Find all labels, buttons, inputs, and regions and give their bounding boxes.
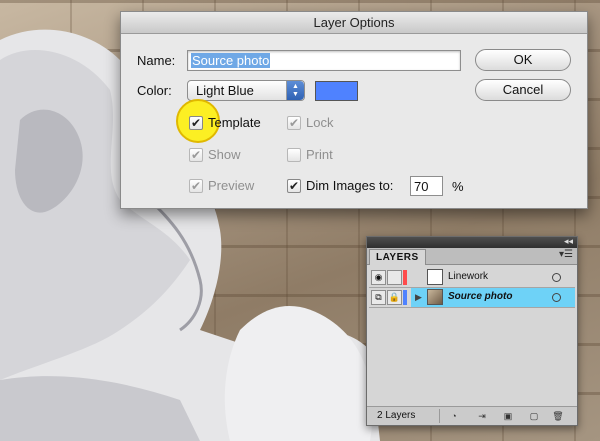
color-swatch[interactable]: [315, 81, 358, 101]
panel-footer: 2 Layers ◔ ⇥ ▣ ▢ 🗑: [367, 406, 577, 425]
layer-row-source-photo[interactable]: ⧉ 🔒 ▶ Source photo: [369, 288, 575, 308]
lock-checkbox[interactable]: Lock: [287, 115, 333, 130]
target-circle-icon[interactable]: [552, 293, 561, 302]
select-arrows-icon: ▲ ▼: [286, 81, 304, 100]
new-page-icon[interactable]: ▢: [527, 410, 541, 422]
layer-color-bar: [403, 270, 407, 285]
dim-images-label: Dim Images to:: [306, 178, 394, 193]
target-circle-icon[interactable]: [552, 273, 561, 282]
eye-icon[interactable]: ◉: [371, 270, 386, 285]
trash-icon[interactable]: 🗑: [551, 410, 565, 422]
layer-name-value: Source photo: [191, 53, 271, 68]
show-label: Show: [208, 147, 241, 162]
layer-name-input[interactable]: Source photo: [187, 50, 461, 71]
ok-button[interactable]: OK: [475, 49, 571, 71]
layer-thumbnail: [427, 269, 443, 285]
color-label: Color:: [137, 83, 172, 98]
print-check-icon: [287, 147, 301, 162]
dim-percent-input[interactable]: 70: [410, 176, 443, 196]
lock-toggle-icon[interactable]: [387, 270, 402, 285]
dialog-title: Layer Options: [121, 12, 587, 34]
template-layer-icon[interactable]: ⧉: [371, 290, 386, 305]
layers-panel: ◂◂ LAYERS ▾☰ ◉ Linework ⧉ 🔒 ▶ Source pho…: [366, 236, 578, 426]
template-label: Template: [208, 115, 261, 130]
color-select[interactable]: Light Blue ▲ ▼: [187, 80, 305, 101]
footer-divider: [439, 409, 440, 423]
layer-name-cell[interactable]: ▶ Source photo: [411, 288, 575, 307]
dim-check-icon: [287, 178, 301, 193]
layer-thumbnail: [427, 289, 443, 305]
lock-label: Lock: [306, 115, 334, 130]
percent-unit: %: [452, 179, 464, 194]
layer-name: Source photo: [448, 291, 513, 302]
print-checkbox[interactable]: Print: [287, 147, 333, 162]
panel-header-bar[interactable]: ◂◂: [367, 236, 577, 248]
layer-row-linework[interactable]: ◉ Linework: [369, 268, 575, 288]
lock-icon[interactable]: 🔒: [387, 290, 402, 305]
new-sublayer-icon[interactable]: ⇥: [475, 410, 489, 422]
layer-count: 2 Layers: [377, 410, 416, 421]
clipping-mask-icon[interactable]: ◔: [447, 410, 461, 422]
color-select-value: Light Blue: [196, 83, 254, 98]
print-label: Print: [306, 147, 333, 162]
template-check-icon: [189, 115, 203, 130]
expand-triangle-icon[interactable]: ▶: [415, 292, 422, 303]
template-checkbox[interactable]: Template: [189, 115, 261, 130]
layer-name: Linework: [448, 271, 489, 282]
layer-name-cell[interactable]: Linework: [411, 268, 575, 287]
layer-options-dialog: Layer Options Name: Source photo Color: …: [120, 11, 588, 209]
preview-check-icon: [189, 178, 203, 193]
cancel-button[interactable]: Cancel: [475, 79, 571, 101]
name-label: Name:: [137, 53, 176, 68]
lock-check-icon: [287, 115, 301, 130]
show-check-icon: [189, 147, 203, 162]
layer-color-bar: [403, 290, 407, 305]
dim-images-checkbox[interactable]: Dim Images to:: [287, 178, 393, 193]
panel-tab-bar: LAYERS ▾☰: [367, 248, 577, 265]
preview-checkbox[interactable]: Preview: [189, 178, 254, 193]
preview-label: Preview: [208, 178, 255, 193]
collapse-icon[interactable]: ◂◂: [564, 236, 573, 247]
new-layer-icon[interactable]: ▣: [501, 410, 515, 422]
show-checkbox[interactable]: Show: [189, 147, 241, 162]
panel-menu-icon[interactable]: ▾☰: [559, 249, 573, 260]
tab-layers[interactable]: LAYERS: [369, 249, 426, 265]
